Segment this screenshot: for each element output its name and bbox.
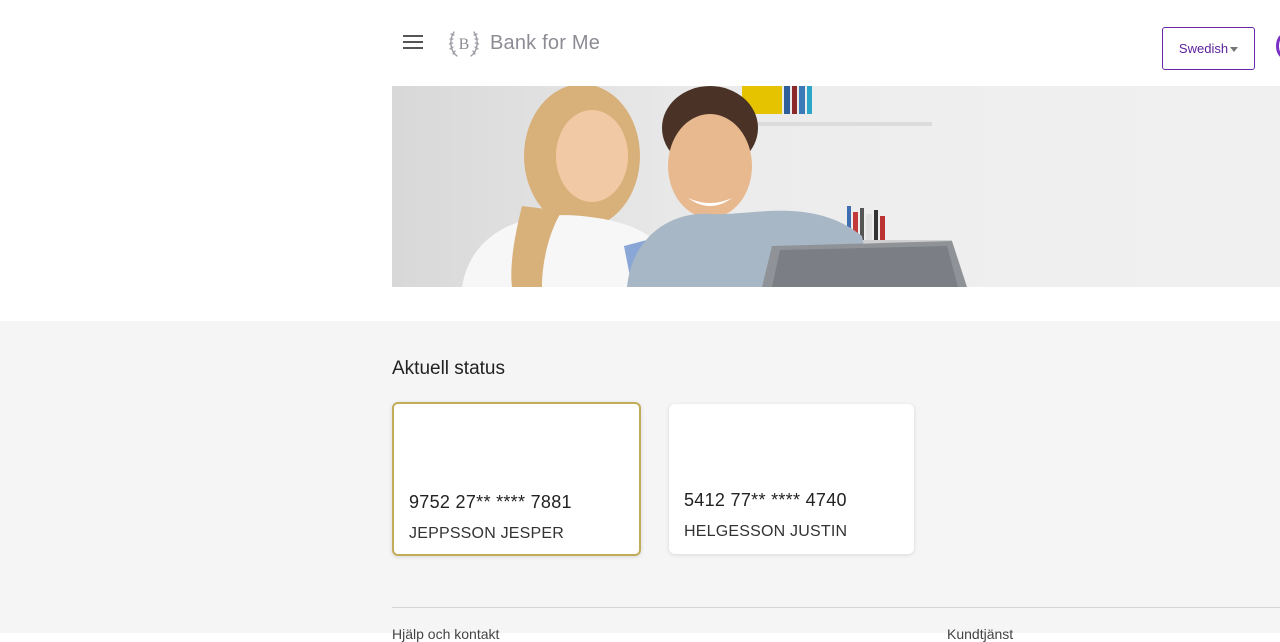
section-title: Aktuell status bbox=[392, 358, 505, 379]
top-header: B Bank for Me Swedish bbox=[0, 0, 1280, 86]
footer-link-right[interactable]: Kundtjänst bbox=[947, 626, 1013, 642]
language-select-value: Swedish bbox=[1178, 41, 1229, 56]
card-item[interactable]: 5412 77** **** 4740 HELGESSON JUSTIN bbox=[669, 404, 914, 554]
hero-banner bbox=[392, 86, 1280, 287]
footer-link-left[interactable]: Hjälp och kontakt bbox=[392, 626, 499, 642]
brand-logo[interactable]: B Bank for Me bbox=[447, 26, 600, 60]
avatar-icon[interactable] bbox=[1276, 33, 1280, 59]
language-select[interactable]: Swedish bbox=[1162, 27, 1255, 70]
menu-icon-line bbox=[403, 47, 423, 49]
brand-name: Bank for Me bbox=[490, 31, 601, 54]
card-number: 5412 77** **** 4740 bbox=[684, 490, 847, 510]
menu-icon-line bbox=[403, 35, 423, 37]
card-holder-name: HELGESSON JUSTIN bbox=[684, 523, 848, 540]
card-number: 9752 27** **** 7881 bbox=[409, 492, 572, 512]
svg-text:B: B bbox=[459, 36, 470, 53]
card-holder-name: JEPPSSON JESPER bbox=[409, 525, 565, 542]
laurel-logo-icon: B bbox=[448, 31, 480, 57]
card-item[interactable]: 9752 27** **** 7881 JEPPSSON JESPER bbox=[392, 402, 641, 556]
menu-icon-line bbox=[403, 41, 423, 43]
chevron-down-icon bbox=[1230, 47, 1239, 52]
divider bbox=[392, 607, 1280, 608]
hero-image bbox=[462, 86, 1280, 287]
menu-button[interactable] bbox=[403, 34, 425, 50]
